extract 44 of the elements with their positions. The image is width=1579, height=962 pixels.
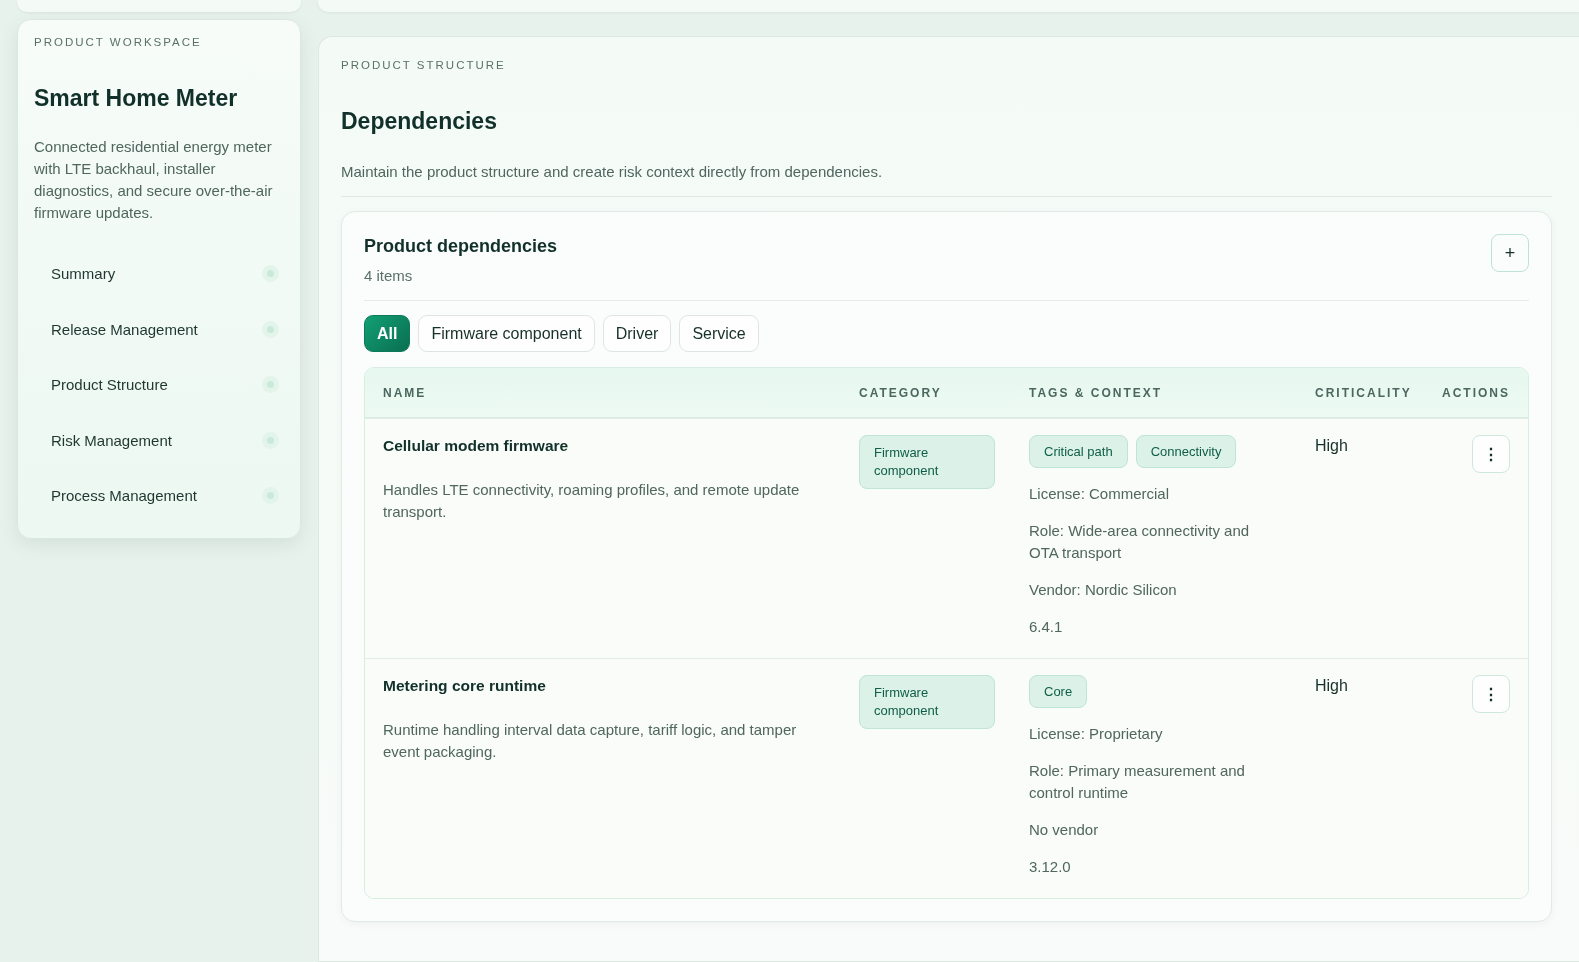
filter-chip[interactable]: Firmware component xyxy=(418,315,595,352)
sidebar-eyebrow: PRODUCT WORKSPACE xyxy=(34,36,203,48)
context-tag: Core xyxy=(1029,675,1088,708)
column-header: NAME xyxy=(382,385,428,400)
context-line: Vendor: Nordic Silicon xyxy=(1029,580,1177,600)
product-description: Connected residential energy meter with LTE backhaul, installer diagnostics, and secure over-the-air firmware updates. xyxy=(34,137,274,223)
filter-chip[interactable]: Service xyxy=(679,315,759,352)
product-title: Smart Home Meter xyxy=(34,85,239,112)
nav-item[interactable]: Process Management xyxy=(51,487,197,505)
criticality-value: High xyxy=(1315,677,1348,695)
dependency-name: Metering core runtime xyxy=(383,677,546,695)
column-header: CATEGORY xyxy=(858,385,943,400)
column-header: TAGS & CONTEXT xyxy=(1028,385,1164,400)
context-line: Role: Primary measurement and control runtime xyxy=(1029,761,1246,803)
nav-item[interactable]: Summary xyxy=(51,265,116,283)
more-actions-button[interactable]: ⋮ xyxy=(1472,675,1510,713)
dependency-description: Runtime handling interval data capture, tariff logic, and tamper event packaging. xyxy=(383,720,798,762)
dependency-description: Handles LTE connectivity, roaming profiles, and remote update transport. xyxy=(383,480,801,522)
card-title: Product dependencies xyxy=(364,236,558,257)
more-actions-button[interactable]: ⋮ xyxy=(1472,435,1510,473)
context-tag: Critical path xyxy=(1029,435,1128,468)
filter-chip[interactable]: All xyxy=(364,315,411,352)
context-line: License: Commercial xyxy=(1029,484,1170,504)
context-line: License: Proprietary xyxy=(1029,724,1163,744)
page-title: Dependencies xyxy=(341,108,498,135)
nav-item[interactable]: Release Management xyxy=(51,320,198,338)
section-eyebrow: PRODUCT STRUCTURE xyxy=(341,59,507,71)
column-header: CRITICALITY xyxy=(1314,385,1413,400)
filter-chip[interactable]: Driver xyxy=(602,315,672,352)
context-line: 6.4.1 xyxy=(1029,617,1063,637)
criticality-value: High xyxy=(1315,437,1348,455)
context-tag: Connectivity xyxy=(1135,435,1237,468)
context-line: 3.12.0 xyxy=(1029,857,1071,877)
dependency-name: Cellular modem firmware xyxy=(383,437,569,455)
item-count: 4 items xyxy=(364,267,414,284)
context-line: No vendor xyxy=(1029,820,1099,840)
context-line: Role: Wide-area connectivity and OTA transport xyxy=(1029,521,1251,563)
add-button[interactable]: + xyxy=(1491,234,1529,272)
nav-item[interactable]: Product Structure xyxy=(51,376,168,394)
page-description: Maintain the product structure and create risk context directly from dependencies. xyxy=(341,163,1552,197)
nav-item[interactable]: Risk Management xyxy=(51,431,172,449)
category-tag: Firmware component xyxy=(859,435,995,489)
category-tag: Firmware component xyxy=(859,675,995,729)
column-header: ACTIONS xyxy=(1441,385,1511,400)
